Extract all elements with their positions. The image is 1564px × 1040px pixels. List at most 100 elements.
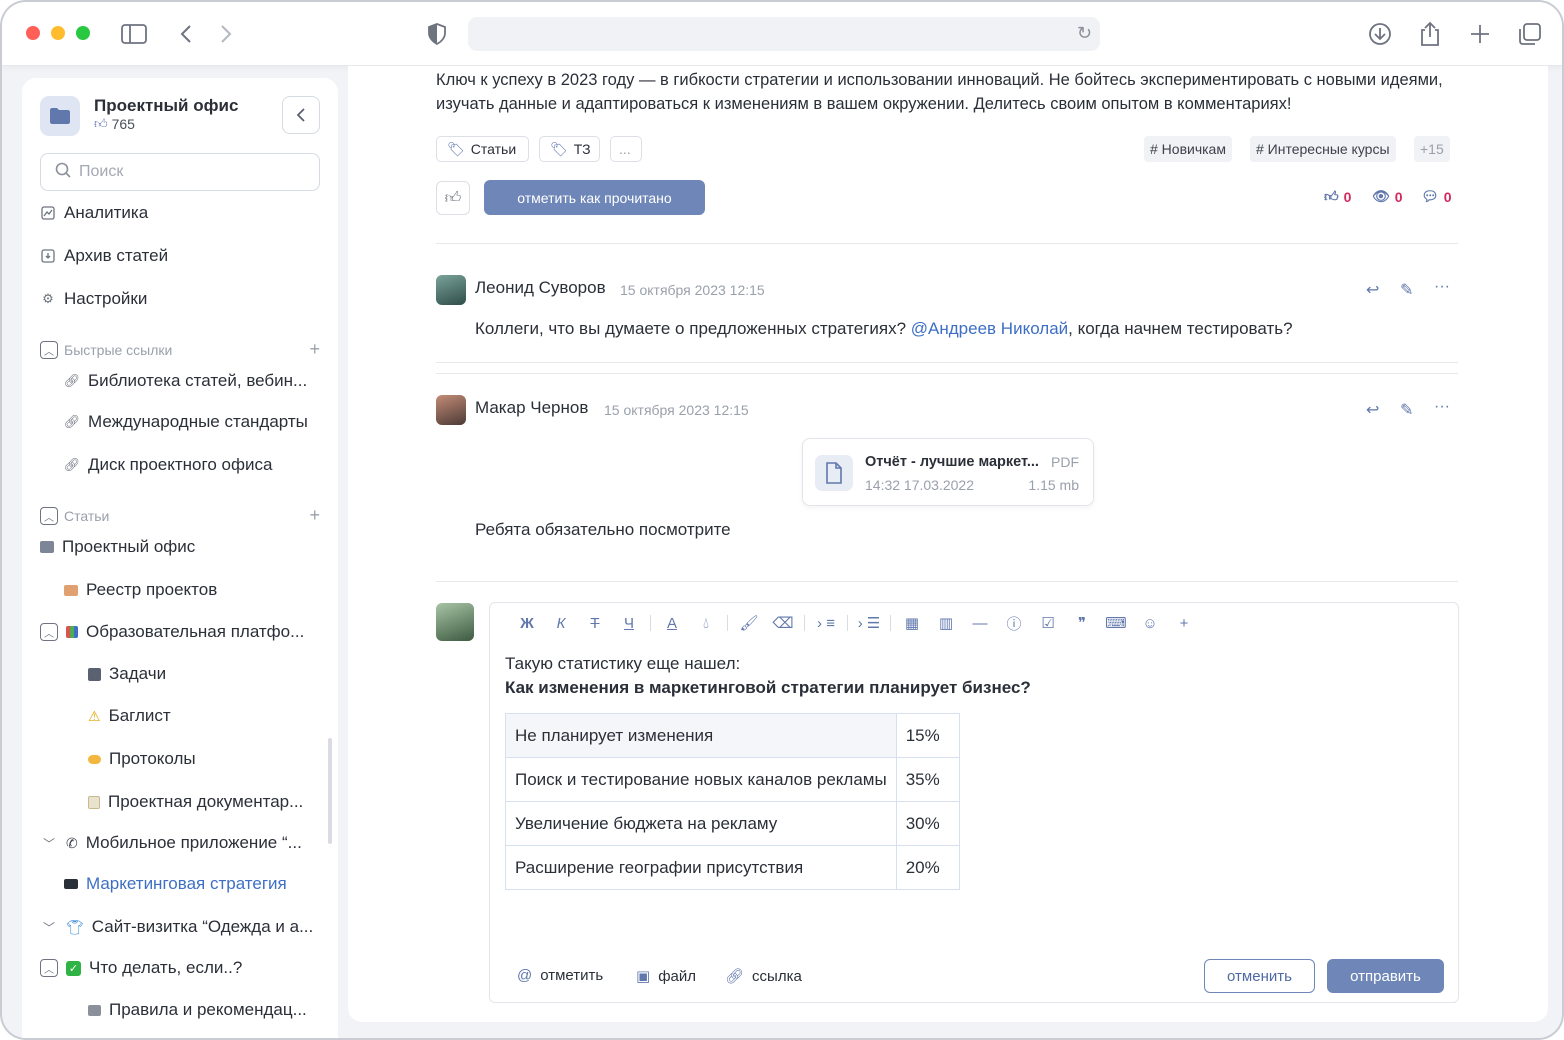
share-icon[interactable] [1416,20,1444,48]
minimize-window-button[interactable] [51,26,65,40]
more-hashtags-badge[interactable]: +15 [1414,136,1450,162]
attach-file-button[interactable]: ▣ файл [636,967,696,986]
divider-button[interactable]: — [963,615,997,632]
address-bar[interactable]: ↻ [468,17,1100,51]
tree-item-rules[interactable]: Правила и рекомендац... [88,1000,307,1020]
mention-button[interactable]: @ отметить [517,967,603,984]
avatar[interactable] [436,275,466,305]
reply-icon[interactable]: ↩ [1366,400,1379,420]
emoji-button[interactable]: ☺ [1133,615,1167,632]
tree-item-education[interactable]: ︿ Образовательная платфо... [40,622,304,642]
table-cell[interactable]: 15% [895,713,960,758]
more-icon[interactable]: ··· [1434,278,1450,296]
align-button[interactable]: › ≡ [809,615,843,632]
tabs-overview-icon[interactable] [1516,20,1544,48]
tag-articles[interactable]: 🏷︎ Статьи [436,136,529,162]
comment-author[interactable]: Макар Чернов [475,398,588,418]
text-color-button[interactable]: А [655,615,689,632]
forward-icon[interactable] [212,20,240,48]
code-button[interactable]: ⌨ [1099,614,1133,632]
send-button[interactable]: отправить [1327,959,1444,993]
table-cell[interactable]: Поиск и тестирование новых каналов рекла… [505,757,897,802]
quick-link-library[interactable]: 🔗︎ Библиотека статей, вебин... [64,371,307,391]
table-cell[interactable]: 35% [895,757,960,802]
reply-icon[interactable]: ↩ [1366,280,1379,300]
tree-item-what-to-do[interactable]: ︿ ✓ Что делать, если..? [40,958,242,978]
articles-header[interactable]: ︿ Статьи + [40,505,320,526]
collapse-item-icon[interactable]: ︿ [40,623,58,641]
comment-editor[interactable]: Ж К Т Ч А 💧︎ 🖌︎ ⌫ › ≡ › ☰ ▦ ▥ — ⓘ ☑ ❞ ⌨ … [489,602,1459,1003]
editor-text-bold-line[interactable]: Как изменения в маркетинговой стратегии … [505,678,1031,698]
file-attachment[interactable]: Отчёт - лучшие маркет... PDF 14:32 17.03… [802,438,1094,506]
back-icon[interactable] [172,20,200,48]
likes-counter[interactable]: 👍︎ 0 [1324,188,1351,205]
shield-icon[interactable] [423,20,451,48]
italic-button[interactable]: К [544,615,578,632]
tree-item-docs[interactable]: Проектная документар... [88,792,303,812]
highlight-button[interactable]: 💧︎ [689,615,723,632]
sidebar-scrollbar[interactable] [328,738,332,844]
reload-icon[interactable]: ↻ [1077,23,1092,44]
table-cell[interactable]: Расширение географии присутствия [505,845,897,890]
hashtag-newbies[interactable]: # Новичкам [1144,136,1232,162]
format-painter-button[interactable]: 🖌︎ [732,614,766,632]
table-cell[interactable]: Не планирует изменения [505,713,897,758]
checkbox-button[interactable]: ☑ [1031,614,1065,632]
table-cell[interactable]: 20% [895,845,960,890]
mention-link[interactable]: @Андреев Николай [911,319,1068,338]
collapse-sidebar-button[interactable] [282,96,320,134]
editor-text-line[interactable]: Такую статистику еще нашел: [505,654,740,674]
add-article-icon[interactable]: + [309,505,320,526]
search-input[interactable] [79,163,299,181]
new-tab-icon[interactable] [1466,20,1494,48]
chevron-down-icon[interactable]: ﹀ [40,919,58,936]
tree-item-tasks[interactable]: Задачи [88,664,166,684]
close-window-button[interactable] [26,26,40,40]
stats-table[interactable]: Не планирует изменения 15% Поиск и тести… [505,713,960,890]
sidebar-toggle-icon[interactable] [120,20,148,48]
like-button[interactable]: 👍︎ [436,181,470,215]
clear-format-button[interactable]: ⌫ [766,614,800,632]
maximize-window-button[interactable] [76,26,90,40]
edit-icon[interactable]: ✎ [1400,280,1413,300]
comments-counter[interactable]: 💬︎ 0 [1421,188,1452,205]
sidebar-item-archive[interactable]: Архив статей [40,246,168,266]
mark-as-read-button[interactable]: отметить как прочитано [484,180,705,215]
collapse-section-icon[interactable]: ︿ [40,507,58,525]
sidebar-item-settings[interactable]: ⚙ Настройки [40,289,147,309]
strikethrough-button[interactable]: Т [578,615,612,632]
search-box[interactable] [40,153,320,191]
chevron-down-icon[interactable]: ﹀ [40,835,58,852]
list-button[interactable]: › ☰ [852,614,886,632]
tree-item-buglist[interactable]: ⚠ Баглист [88,706,171,726]
tree-item-business-site[interactable]: ﹀ 👕︎ Сайт-визитка “Одежда и а... [40,917,313,937]
bold-button[interactable]: Ж [510,615,544,632]
sidebar-item-analytics[interactable]: Аналитика [40,203,148,223]
tree-item-mobile-app[interactable]: ﹀ ✆ Мобильное приложение “... [40,833,302,853]
tree-item-protocols[interactable]: Протоколы [88,749,196,769]
tree-item-project-office[interactable]: Проектный офис [40,537,195,557]
underline-button[interactable]: Ч [612,615,646,632]
table-cell[interactable]: 30% [895,801,960,846]
collapse-section-icon[interactable]: ︿ [40,341,58,359]
tree-item-marketing-strategy[interactable]: Маркетинговая стратегия [64,874,287,894]
current-user-avatar[interactable] [436,603,474,641]
cancel-button[interactable]: отменить [1204,959,1315,993]
table-cell[interactable]: Увеличение бюджета на рекламу [505,801,897,846]
tree-item-registry[interactable]: Реестр проектов [64,580,217,600]
quick-link-disk[interactable]: 🔗︎ Диск проектного офиса [64,455,273,475]
quote-button[interactable]: ❞ [1065,614,1099,632]
avatar[interactable] [436,395,466,425]
columns-button[interactable]: ▥ [929,614,963,632]
download-icon[interactable] [1366,20,1394,48]
more-icon[interactable]: ··· [1434,398,1450,416]
add-quick-link-icon[interactable]: + [309,339,320,360]
quick-links-header[interactable]: ︿ Быстрые ссылки + [40,339,320,360]
insert-link-button[interactable]: 🔗︎ ссылка [725,967,802,986]
table-button[interactable]: ▦ [895,614,929,632]
edit-icon[interactable]: ✎ [1400,400,1413,420]
tag-tz[interactable]: 🏷︎ ТЗ [539,136,600,162]
comment-author[interactable]: Леонид Суворов [475,278,606,298]
hashtag-courses[interactable]: # Интересные курсы [1250,136,1396,162]
collapse-item-icon[interactable]: ︿ [40,959,58,977]
